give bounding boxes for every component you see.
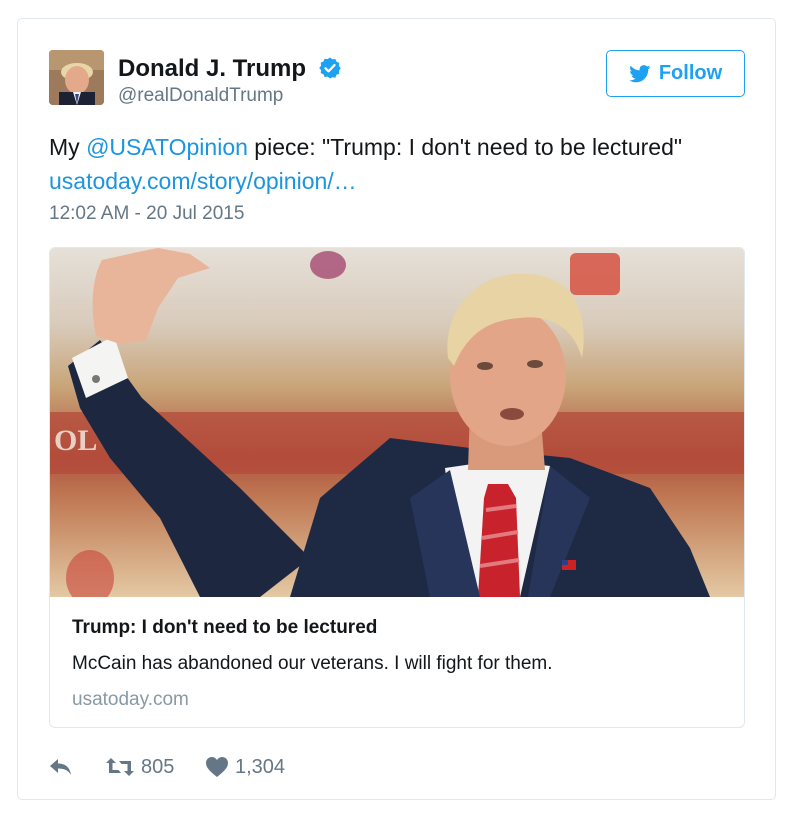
card-title: Trump: I don't need to be lectured	[72, 617, 378, 638]
retweet-icon	[106, 758, 134, 776]
svg-text:OL: OL	[54, 424, 97, 457]
twitter-bird-icon	[629, 64, 651, 82]
verified-badge-icon	[319, 57, 341, 79]
reply-button[interactable]	[49, 757, 105, 777]
tweet-timestamp[interactable]: 12:02 AM - 20 Jul 2015	[49, 203, 244, 225]
card-domain: usatoday.com	[72, 689, 189, 710]
follow-label: Follow	[658, 62, 723, 84]
like-count: 1,304	[235, 755, 286, 778]
card-description: McCain has abandoned our veterans. I wil…	[72, 653, 553, 674]
heart-icon	[206, 757, 228, 777]
avatar-photo	[49, 50, 104, 105]
avatar[interactable]	[49, 50, 104, 105]
article-photo: OL	[50, 248, 744, 597]
retweet-count: 805	[141, 755, 175, 778]
link-card[interactable]: OL Trump: I don't need to be lectured Mc…	[49, 247, 745, 728]
tweet-card: Donald J. Trump @realDonaldTrump Follow …	[17, 18, 776, 800]
display-name[interactable]: Donald J. Trump	[118, 55, 306, 83]
like-button[interactable]: 1,304	[205, 756, 285, 779]
reply-icon	[50, 759, 71, 775]
tweet-text: My @USATOpinion piece: "Trump: I don't n…	[49, 130, 749, 198]
retweet-button[interactable]: 805	[105, 756, 205, 779]
follow-button[interactable]: Follow	[606, 50, 745, 97]
tweet-url-link[interactable]: usatoday.com/story/opinion/…	[49, 168, 357, 194]
tweet-body: piece: "Trump: I don't need to be lectur…	[247, 134, 683, 160]
tweet-prefix: My	[49, 134, 87, 160]
user-handle[interactable]: @realDonaldTrump	[118, 85, 283, 107]
tweet-actions: 805 1,304	[49, 752, 285, 782]
mention-link[interactable]: @USATOpinion	[86, 134, 248, 160]
